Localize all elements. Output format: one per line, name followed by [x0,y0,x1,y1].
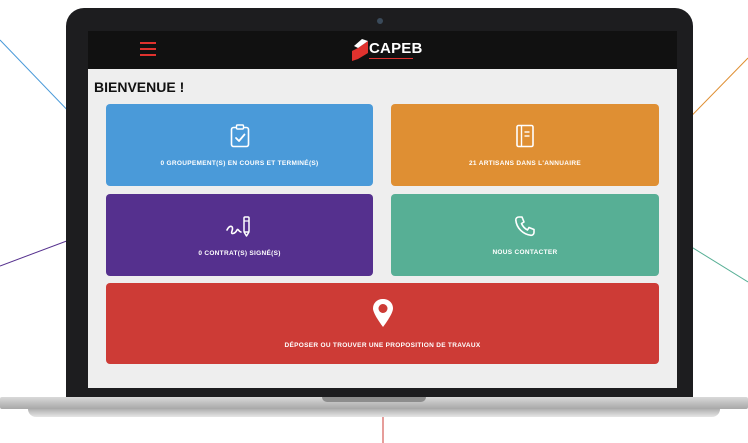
capeb-logo[interactable]: CAPEB [350,38,430,64]
logo-text: CAPEB [369,40,423,57]
webcam [377,18,383,24]
annuaire-label: 21 ARTISANS DANS L'ANNUAIRE [469,159,581,167]
travaux-label: DÉPOSER OU TROUVER UNE PROPOSITION DE TR… [284,342,481,349]
contact-tile[interactable]: NOUS CONTACTER [391,194,659,276]
contact-label: NOUS CONTACTER [492,248,558,256]
groupements-label: 0 GROUPEMENT(S) EN COURS ET TERMINÉ(S) [160,159,319,167]
logo-underline [369,58,413,59]
phone-icon [514,215,535,236]
capeb-logo-icon [352,39,368,61]
hamburger-menu-icon[interactable] [140,42,156,56]
signature-pen-icon [225,215,250,237]
directory-book-icon [516,124,534,147]
app-header: CAPEB [88,31,677,69]
clipboard-check-icon [230,123,249,147]
groupements-tile[interactable]: 0 GROUPEMENT(S) EN COURS ET TERMINÉ(S) [106,104,373,186]
travaux-tile[interactable]: DÉPOSER OU TROUVER UNE PROPOSITION DE TR… [106,283,659,364]
map-pin-icon [372,299,393,327]
contrats-label: 0 CONTRAT(S) SIGNÉ(S) [198,249,281,257]
app-screen: CAPEB BIENVENUE ! 0 GROUPEMENT(S) EN COU… [88,31,677,388]
laptop-notch [322,397,426,402]
page-title: BIENVENUE ! [94,79,185,95]
annuaire-tile[interactable]: 21 ARTISANS DANS L'ANNUAIRE [391,104,659,186]
laptop-base-bottom [28,409,720,417]
contrats-tile[interactable]: 0 CONTRAT(S) SIGNÉ(S) [106,194,373,276]
